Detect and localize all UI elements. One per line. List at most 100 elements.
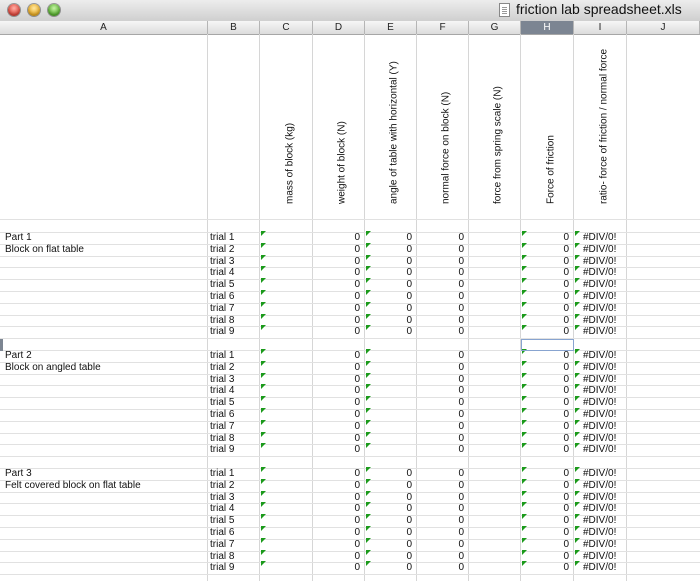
trial-label[interactable]: trial 1 — [210, 350, 234, 362]
cell-f[interactable]: 0 — [417, 244, 464, 256]
cell-f[interactable]: 0 — [417, 539, 464, 551]
trial-label[interactable]: trial 9 — [210, 326, 234, 338]
cell-i-error[interactable]: #DIV/0! — [583, 244, 616, 256]
column-header-b[interactable]: B — [208, 21, 260, 34]
selected-cell-h[interactable] — [521, 339, 574, 351]
cell-d[interactable]: 0 — [313, 385, 360, 397]
trial-label[interactable]: trial 5 — [210, 515, 234, 527]
trial-label[interactable]: trial 7 — [210, 303, 234, 315]
cell-d[interactable]: 0 — [313, 291, 360, 303]
cell-h[interactable]: 0 — [521, 362, 569, 374]
header-g-cell[interactable]: force from spring scale (N) — [491, 39, 505, 215]
cell-i-error[interactable]: #DIV/0! — [583, 503, 616, 515]
cell-d[interactable]: 0 — [313, 539, 360, 551]
cell-d[interactable]: 0 — [313, 480, 360, 492]
cell-f[interactable]: 0 — [417, 267, 464, 279]
trial-label[interactable]: trial 7 — [210, 421, 234, 433]
trial-label[interactable]: trial 1 — [210, 468, 234, 480]
trial-label[interactable]: trial 2 — [210, 362, 234, 374]
header-d-cell[interactable]: weight of block (N) — [335, 39, 349, 215]
cell-f[interactable]: 0 — [417, 385, 464, 397]
cell-h[interactable]: 0 — [521, 279, 569, 291]
cell-f[interactable]: 0 — [417, 362, 464, 374]
cell-d[interactable]: 0 — [313, 397, 360, 409]
cell-i-error[interactable]: #DIV/0! — [583, 527, 616, 539]
trial-label[interactable]: trial 5 — [210, 397, 234, 409]
spreadsheet-grid[interactable]: mass of block (kg) weight of block (N) ang… — [0, 34, 700, 581]
cell-f[interactable]: 0 — [417, 421, 464, 433]
cell-f[interactable]: 0 — [417, 291, 464, 303]
cell-h[interactable]: 0 — [521, 385, 569, 397]
cell-f[interactable]: 0 — [417, 232, 464, 244]
cell-d[interactable]: 0 — [313, 303, 360, 315]
cell-f[interactable]: 0 — [417, 397, 464, 409]
cell-i-error[interactable]: #DIV/0! — [583, 480, 616, 492]
minimize-window-icon[interactable] — [28, 4, 40, 16]
cell-h[interactable]: 0 — [521, 291, 569, 303]
trial-label[interactable]: trial 4 — [210, 385, 234, 397]
cell-i-error[interactable]: #DIV/0! — [583, 444, 616, 456]
trial-label[interactable]: trial 9 — [210, 444, 234, 456]
trial-label[interactable]: trial 6 — [210, 409, 234, 421]
header-f-cell[interactable]: normal force on block (N) — [439, 39, 453, 215]
cell-f[interactable]: 0 — [417, 527, 464, 539]
cell-f[interactable]: 0 — [417, 444, 464, 456]
trial-label[interactable]: trial 4 — [210, 267, 234, 279]
trial-label[interactable]: trial 5 — [210, 279, 234, 291]
cell-e[interactable]: 0 — [365, 468, 412, 480]
cell-e[interactable]: 0 — [365, 527, 412, 539]
cell-h[interactable]: 0 — [521, 444, 569, 456]
cell-f[interactable]: 0 — [417, 303, 464, 315]
column-header-g[interactable]: G — [469, 21, 521, 34]
cell-d[interactable]: 0 — [313, 515, 360, 527]
cell-e[interactable]: 0 — [365, 279, 412, 291]
cell-d[interactable]: 0 — [313, 279, 360, 291]
cell-h[interactable]: 0 — [521, 232, 569, 244]
cell-d[interactable]: 0 — [313, 362, 360, 374]
cell-i-error[interactable]: #DIV/0! — [583, 562, 616, 574]
cell-d[interactable]: 0 — [313, 267, 360, 279]
cell-h[interactable]: 0 — [521, 244, 569, 256]
trial-label[interactable]: trial 6 — [210, 527, 234, 539]
cell-i-error[interactable]: #DIV/0! — [583, 515, 616, 527]
cell-i-error[interactable]: #DIV/0! — [583, 421, 616, 433]
cell-i-error[interactable]: #DIV/0! — [583, 409, 616, 421]
cell-i-error[interactable]: #DIV/0! — [583, 385, 616, 397]
trial-label[interactable]: trial 7 — [210, 539, 234, 551]
cell-e[interactable]: 0 — [365, 480, 412, 492]
cell-h[interactable]: 0 — [521, 409, 569, 421]
cell-h[interactable]: 0 — [521, 515, 569, 527]
zoom-window-icon[interactable] — [48, 4, 60, 16]
header-e-cell[interactable]: angle of table with horizontal (Y) — [387, 39, 401, 215]
cell-h[interactable]: 0 — [521, 527, 569, 539]
column-header-h[interactable]: H — [521, 21, 574, 34]
cell-d[interactable]: 0 — [313, 244, 360, 256]
cell-i-error[interactable]: #DIV/0! — [583, 539, 616, 551]
cell-h[interactable]: 0 — [521, 480, 569, 492]
cell-h[interactable]: 0 — [521, 539, 569, 551]
header-c-cell[interactable]: mass of block (kg) — [283, 39, 297, 215]
cell-e[interactable]: 0 — [365, 515, 412, 527]
cell-h[interactable]: 0 — [521, 303, 569, 315]
cell-d[interactable]: 0 — [313, 232, 360, 244]
column-header-f[interactable]: F — [417, 21, 469, 34]
trial-label[interactable]: trial 6 — [210, 291, 234, 303]
cell-i-error[interactable]: #DIV/0! — [583, 468, 616, 480]
cell-f[interactable]: 0 — [417, 515, 464, 527]
cell-e[interactable]: 0 — [365, 291, 412, 303]
cell-f[interactable]: 0 — [417, 409, 464, 421]
cell-f[interactable]: 0 — [417, 468, 464, 480]
trial-label[interactable]: trial 9 — [210, 562, 234, 574]
column-header-j[interactable]: J — [627, 21, 700, 34]
cell-i-error[interactable]: #DIV/0! — [583, 267, 616, 279]
cell-h[interactable]: 0 — [521, 350, 569, 362]
window-title-bar[interactable]: friction lab spreadsheet.xls — [0, 0, 700, 22]
cell-e[interactable]: 0 — [365, 326, 412, 338]
cell-d[interactable]: 0 — [313, 562, 360, 574]
trial-label[interactable]: trial 1 — [210, 232, 234, 244]
cell-h[interactable]: 0 — [521, 397, 569, 409]
cell-i-error[interactable]: #DIV/0! — [583, 291, 616, 303]
cell-e[interactable]: 0 — [365, 562, 412, 574]
cell-i-error[interactable]: #DIV/0! — [583, 303, 616, 315]
trial-label[interactable]: trial 2 — [210, 244, 234, 256]
